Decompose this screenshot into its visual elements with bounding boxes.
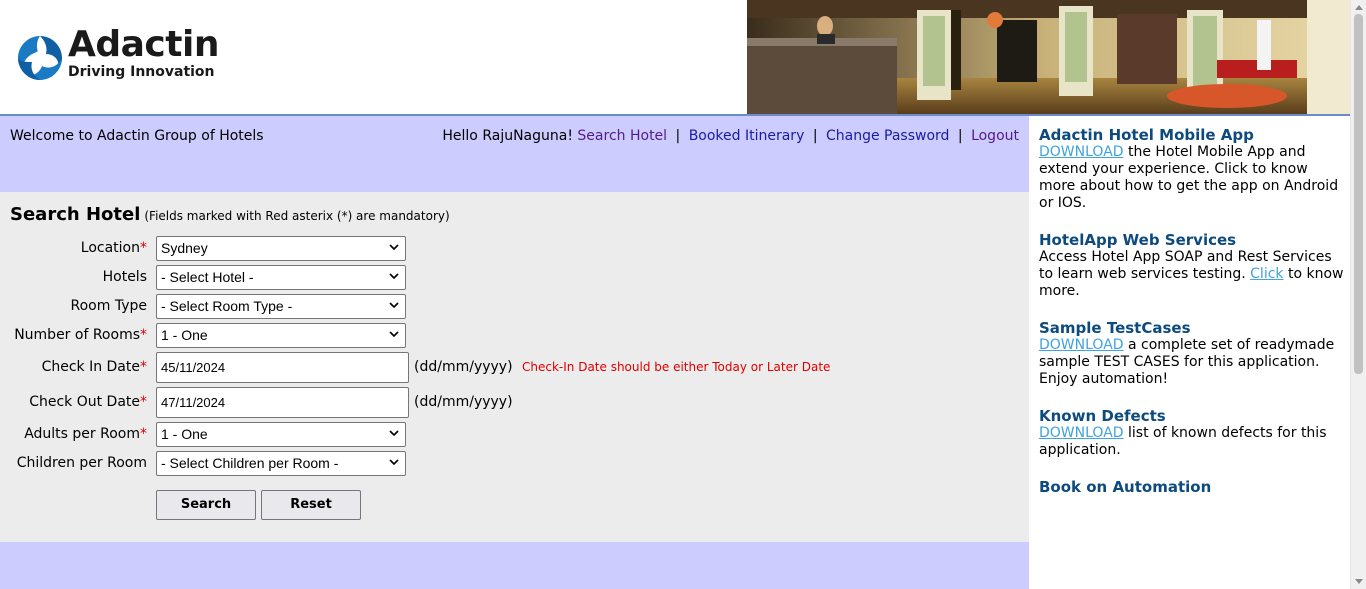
hotel-lobby-photo-icon (747, 0, 1350, 114)
mobile-app-section: Adactin Hotel Mobile App DOWNLOAD the Ho… (1039, 127, 1344, 212)
chevron-down-icon (389, 244, 399, 251)
check-out-format-hint: (dd/mm/yyyy) (414, 394, 513, 410)
location-select[interactable]: Sydney (156, 236, 406, 261)
chevron-down-icon (389, 459, 399, 466)
nav-separator: | (675, 128, 681, 144)
required-asterisk: * (140, 240, 147, 256)
adactin-swirl-logo-icon (18, 36, 62, 80)
mobile-app-download-link[interactable]: DOWNLOAD (1039, 144, 1124, 160)
required-asterisk: * (140, 394, 147, 410)
adults-select[interactable]: 1 - One (156, 422, 406, 447)
footer-bar (0, 542, 1029, 589)
required-asterisk: * (140, 426, 147, 442)
search-hotel-form: Search Hotel (Fields marked with Red aste… (0, 192, 1029, 542)
hotel-lobby-banner (747, 0, 1350, 114)
user-greeting: Hello RajuNaguna! (442, 128, 573, 144)
page-header: Adactin Driving Innovation (0, 0, 1366, 114)
welcome-bar: Welcome to Adactin Group of Hotels Hello… (0, 116, 1029, 192)
room-type-label: Room Type (70, 298, 147, 314)
chevron-down-icon (389, 430, 399, 437)
scroll-down-arrow-icon[interactable] (1355, 579, 1363, 584)
check-out-label: Check Out Date* (29, 394, 147, 410)
book-section: Book on Automation (1039, 479, 1344, 496)
known-defects-section: Known Defects DOWNLOAD list of known def… (1039, 408, 1344, 459)
logo-title: Adactin (68, 24, 219, 65)
vertical-scrollbar[interactable] (1350, 0, 1366, 589)
known-defects-title: Known Defects (1039, 407, 1166, 425)
test-cases-download-link[interactable]: DOWNLOAD (1039, 337, 1124, 353)
check-in-format-hint: (dd/mm/yyyy) (414, 359, 513, 375)
welcome-text: Welcome to Adactin Group of Hotels (10, 128, 264, 144)
chevron-down-icon (389, 273, 399, 280)
web-services-click-link[interactable]: Click (1250, 266, 1283, 282)
book-on-automation-link[interactable]: Book on Automation (1039, 479, 1344, 496)
mobile-app-title: Adactin Hotel Mobile App (1039, 126, 1254, 144)
test-cases-title: Sample TestCases (1039, 319, 1191, 337)
room-type-select[interactable]: - Select Room Type - (156, 294, 406, 319)
right-sidebar: Adactin Hotel Mobile App DOWNLOAD the Ho… (1039, 116, 1344, 516)
hotels-label: Hotels (102, 269, 147, 285)
nav-change-password-link[interactable]: Change Password (826, 128, 949, 144)
search-button[interactable]: Search (156, 490, 256, 520)
scroll-up-arrow-icon[interactable] (1355, 5, 1363, 10)
mandatory-note: (Fields marked with Red asterix (*) are … (144, 209, 450, 223)
user-nav: Hello RajuNaguna! Search Hotel | Booked … (442, 128, 1019, 144)
web-services-text: Access Hotel App SOAP and Rest Services … (1039, 249, 1344, 299)
web-services-title: HotelApp Web Services (1039, 231, 1237, 249)
location-label: Location* (80, 240, 147, 256)
mobile-app-text: DOWNLOAD the Hotel Mobile App and extend… (1039, 144, 1339, 211)
check-out-date-input[interactable]: 47/11/2024 (156, 387, 409, 418)
logo-tagline: Driving Innovation (68, 64, 215, 80)
required-asterisk: * (140, 359, 147, 375)
rooms-select[interactable]: 1 - One (156, 323, 406, 348)
nav-logout-link[interactable]: Logout (971, 128, 1019, 144)
adults-label: Adults per Room* (24, 426, 147, 442)
adactin-logo: Adactin Driving Innovation (14, 24, 244, 90)
scrollbar-thumb[interactable] (1354, 14, 1363, 374)
rooms-label: Number of Rooms* (14, 327, 147, 343)
check-in-error: Check-In Date should be either Today or … (522, 360, 831, 374)
nav-booked-itinerary-link[interactable]: Booked Itinerary (689, 128, 805, 144)
known-defects-download-link[interactable]: DOWNLOAD (1039, 425, 1124, 441)
reset-button[interactable]: Reset (261, 490, 361, 520)
hotels-select[interactable]: - Select Hotel - (156, 265, 406, 290)
form-title: Search Hotel (Fields marked with Red aste… (10, 204, 450, 225)
test-cases-text: DOWNLOAD a complete set of readymade sam… (1039, 337, 1335, 387)
test-cases-section: Sample TestCases DOWNLOAD a complete set… (1039, 320, 1344, 388)
form-title-text: Search Hotel (10, 204, 141, 225)
check-in-date-input[interactable]: 45/11/2024 (156, 352, 409, 383)
required-asterisk: * (140, 327, 147, 343)
chevron-down-icon (389, 302, 399, 309)
nav-separator: | (957, 128, 963, 144)
check-in-label: Check In Date* (41, 359, 147, 375)
web-services-section: HotelApp Web Services Access Hotel App S… (1039, 232, 1344, 300)
children-label: Children per Room (16, 455, 147, 471)
nav-separator: | (812, 128, 818, 144)
children-select[interactable]: - Select Children per Room - (156, 451, 406, 476)
nav-search-hotel-link[interactable]: Search Hotel (577, 128, 667, 144)
known-defects-text: DOWNLOAD list of known defects for this … (1039, 425, 1327, 458)
chevron-down-icon (389, 331, 399, 338)
